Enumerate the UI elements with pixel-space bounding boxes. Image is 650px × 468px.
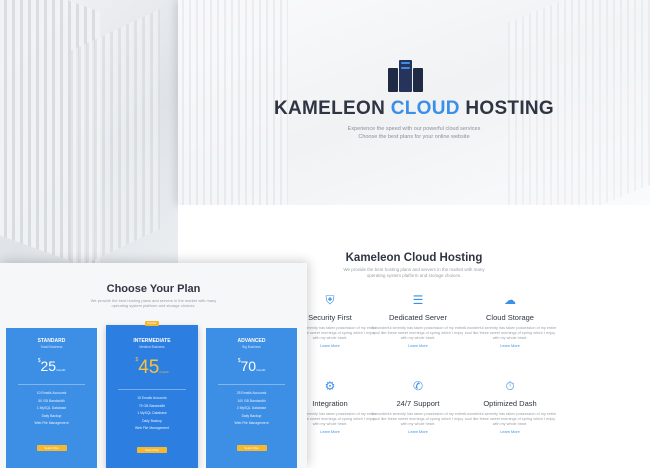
plan-feature: Daily Backup	[142, 418, 162, 423]
price-period: /month	[159, 370, 169, 374]
plan-price: $70/month	[206, 358, 297, 374]
plan-name: ADVANCED	[237, 338, 266, 344]
plan-feature: 15 Emails Accounts	[137, 396, 167, 400]
plan-feature: 100 GB Bandwidth	[237, 398, 266, 403]
popular-badge: Popular	[145, 321, 159, 326]
plan-price: $45/month	[106, 357, 198, 379]
price-value: 45	[138, 357, 160, 378]
plan-card-advanced: ADVANCED Big Business $70/month 25 Email…	[206, 328, 297, 468]
hero-title-accent: CLOUD	[390, 98, 460, 119]
pricing-section: Choose Your Plan We provide the best hos…	[0, 263, 307, 468]
feature-name: Cloud Storage	[486, 313, 534, 322]
select-plan-button[interactable]: Select Plan	[137, 447, 167, 453]
hero-title: KAMELEON CLOUD HOSTING	[178, 98, 650, 120]
plan-feature: 10 Emails Accounts	[36, 391, 67, 395]
plan-name: INTERMEDIATE	[133, 338, 171, 344]
feature-optimized-dash: ⏱ Optimized Dash A wonderful serenity ha…	[455, 379, 565, 434]
building-image-2	[70, 9, 160, 271]
plan-card-intermediate: Popular INTERMEDIATE Medium Business $45…	[106, 321, 198, 468]
price-period: /month	[256, 368, 266, 372]
plan-feature: 1 MySQL Database	[36, 406, 67, 411]
plan-features: 25 Emails Accounts 100 GB Bandwidth 2 My…	[206, 390, 297, 428]
plan-feature: Web File Management	[134, 426, 170, 431]
plan-card-standard: STANDARD Small Business $25/month 10 Ema…	[6, 328, 97, 468]
pricing-heading: Choose Your Plan	[106, 283, 201, 295]
pricing-subtitle-2: operating system platform and storage ch…	[111, 303, 196, 308]
plan-subtitle: Medium Business	[139, 345, 165, 349]
plan-feature: 25 Emails Accounts	[236, 391, 267, 395]
plan-feature: 75 GB Bandwidth	[138, 403, 166, 408]
server-rack-icon	[388, 58, 424, 92]
feature-description: A wonderful serenity has taken possessio…	[463, 326, 557, 340]
plan-feature: Daily Backup	[241, 413, 262, 418]
hero-title-part2: HOSTING	[465, 98, 555, 119]
plan-features: 15 Emails Accounts 75 GB Bandwidth 1 MyS…	[106, 395, 198, 433]
plan-features: 10 Emails Accounts 50 GB Bandwidth 1 MyS…	[6, 390, 97, 428]
plan-feature: 2 MySQL Database	[236, 406, 267, 411]
cloud-icon: ☁	[504, 293, 516, 307]
divider	[118, 389, 186, 390]
price-value: 70	[240, 358, 257, 374]
plan-price: $25/month	[6, 358, 97, 374]
plan-feature: 1 MySQL Database	[137, 411, 167, 416]
plan-feature: Web File Management	[34, 421, 69, 426]
hero-subtitle-1: Experience the speed with our powerful c…	[347, 126, 481, 132]
hero-section: KAMELEON CLOUD HOSTING Experience the sp…	[178, 0, 650, 205]
select-plan-button[interactable]: Select Plan	[36, 445, 67, 451]
select-plan-button[interactable]: Select Plan	[236, 445, 267, 451]
plan-subtitle: Big Business	[242, 345, 261, 349]
feature-name: Optimized Dash	[483, 399, 537, 408]
dashboard-icon: ⏱	[505, 379, 515, 393]
divider	[218, 384, 285, 385]
plan-feature: Daily Backup	[41, 413, 62, 418]
divider	[18, 384, 85, 385]
plan-feature: Web File Management	[234, 421, 269, 426]
hero-title-part1: KAMELEON	[273, 98, 386, 119]
price-period: /month	[56, 368, 66, 372]
feature-cloud-storage: ☁ Cloud Storage A wonderful serenity has…	[455, 293, 565, 348]
plan-subtitle: Small Business	[40, 345, 63, 349]
learn-more-link[interactable]: Learn More	[455, 344, 565, 348]
plan-feature: 50 GB Bandwidth	[38, 398, 65, 403]
price-value: 25	[40, 358, 57, 374]
hero-subtitle-2: Choose the best plans for your online we…	[358, 134, 470, 140]
plan-name: STANDARD	[37, 338, 66, 344]
learn-more-link[interactable]: Learn More	[455, 430, 565, 434]
feature-description: A wonderful serenity has taken possessio…	[463, 412, 557, 426]
